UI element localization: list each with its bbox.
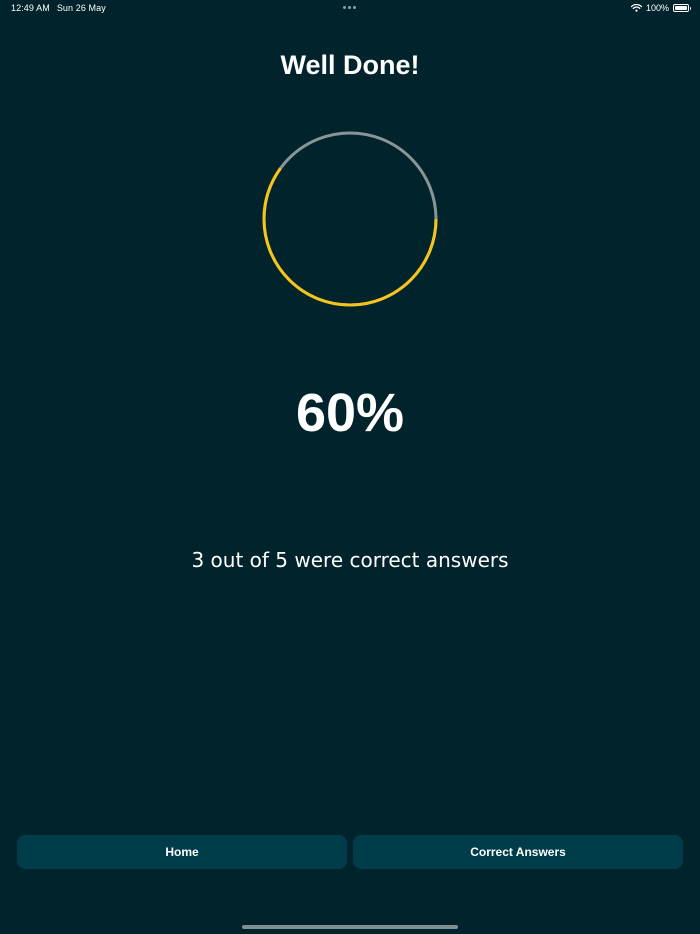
score-progress-ring [262,131,438,307]
score-summary: 3 out of 5 were correct answers [191,548,509,572]
status-time: 12:49 AM [11,3,50,13]
wifi-icon [630,4,642,12]
battery-percent: 100% [645,3,669,13]
battery-icon [673,4,691,12]
status-right: 100% [630,3,691,13]
correct-answers-button[interactable]: Correct Answers [353,835,683,869]
status-left: 12:49 AM Sun 26 May [11,3,106,13]
status-bar: 12:49 AM Sun 26 May 100% [0,0,700,18]
result-title: Well Done! [280,50,420,80]
battery-fill [675,6,687,10]
multitasking-dots-icon[interactable] [343,6,356,9]
status-date: Sun 26 May [56,3,106,13]
home-indicator[interactable] [242,925,458,929]
score-percent: 60% [295,383,405,443]
home-button[interactable]: Home [17,835,347,869]
